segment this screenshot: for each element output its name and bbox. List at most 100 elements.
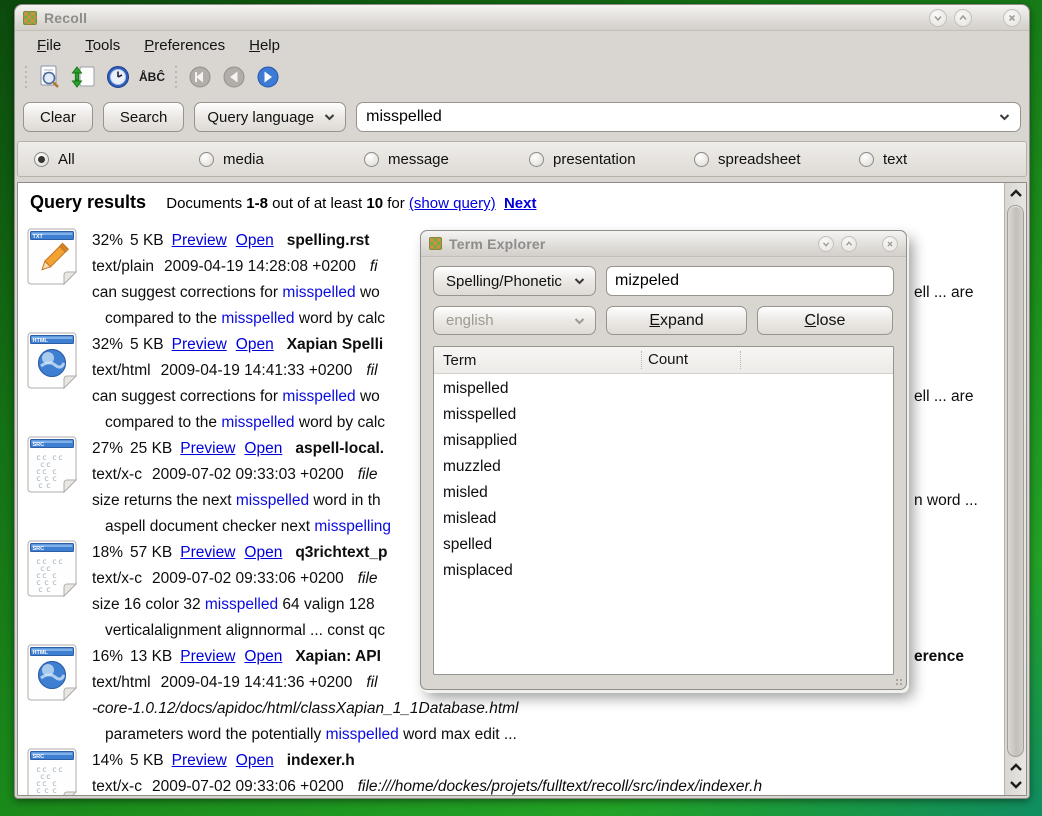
dialog-unshade-button[interactable]: [841, 236, 857, 252]
radio-icon[interactable]: [694, 152, 709, 167]
term-explorer-abc-icon[interactable]: ÅBĈ: [138, 63, 166, 91]
chevron-down-icon: [574, 317, 585, 325]
snippet-text: word in th: [309, 492, 381, 509]
dialog-titlebar[interactable]: Term Explorer: [421, 231, 906, 257]
term-row[interactable]: spelled: [434, 532, 893, 558]
filter-option-presentation[interactable]: presentation: [529, 151, 694, 168]
preview-document-icon[interactable]: [36, 63, 64, 91]
shade-button[interactable]: [929, 9, 947, 27]
snippet-text: can suggest corrections for: [92, 388, 282, 405]
menu-item-preferences[interactable]: Preferences: [134, 34, 235, 57]
open-link[interactable]: Open: [244, 648, 282, 665]
filter-option-spreadsheet[interactable]: spreadsheet: [694, 151, 859, 168]
overflow-text-fragment: erence: [914, 644, 964, 670]
highlighted-term: misspelling: [314, 518, 391, 535]
column-header-count[interactable]: Count: [641, 351, 741, 369]
preview-link[interactable]: Preview: [180, 648, 235, 665]
column-header-term[interactable]: Term: [434, 352, 641, 369]
result-row: HTML32%5 KBPreviewOpenXapian Spellitext/…: [26, 332, 385, 436]
open-link[interactable]: Open: [236, 752, 274, 769]
filter-label: All: [58, 151, 75, 168]
close-button[interactable]: [1003, 9, 1021, 27]
unshade-button[interactable]: [954, 9, 972, 27]
toolbar-handle[interactable]: [22, 65, 30, 89]
chevron-down-icon: [574, 277, 585, 285]
radio-icon[interactable]: [859, 152, 874, 167]
filter-option-media[interactable]: media: [199, 151, 364, 168]
next-page-icon[interactable]: [254, 63, 282, 91]
search-row: Clear Search Query language: [15, 95, 1029, 139]
scroll-up-button[interactable]: [1005, 184, 1027, 202]
history-icon[interactable]: [104, 63, 132, 91]
svg-text:c: c: [58, 453, 63, 462]
result-row: SRCcccccccccccccc27%25 KBPreviewOpenaspe…: [26, 436, 391, 540]
first-page-icon[interactable]: [186, 63, 214, 91]
result-row: SRCcccccccccccccc18%57 KBPreviewOpenq3ri…: [26, 540, 388, 644]
expand-button[interactable]: Expand: [606, 306, 747, 335]
open-link[interactable]: Open: [244, 440, 282, 457]
radio-icon[interactable]: [34, 152, 49, 167]
clear-button[interactable]: Clear: [23, 102, 93, 132]
svg-text:c: c: [52, 474, 57, 483]
search-query-combobox[interactable]: [356, 102, 1021, 132]
html-file-icon[interactable]: HTML: [26, 332, 78, 390]
svg-text:c: c: [52, 557, 57, 566]
menu-item-tools[interactable]: Tools: [75, 34, 130, 57]
term-row[interactable]: mislead: [434, 506, 893, 532]
open-link[interactable]: Open: [236, 232, 274, 249]
menu-item-file[interactable]: File: [27, 34, 71, 57]
svg-text:TXT: TXT: [33, 234, 44, 240]
term-row[interactable]: mispelled: [434, 376, 893, 402]
src-file-icon[interactable]: SRCcccccccccccccc: [26, 540, 78, 598]
term-row[interactable]: misapplied: [434, 428, 893, 454]
dialog-close-action-button[interactable]: Close: [757, 306, 893, 335]
term-row[interactable]: muzzled: [434, 454, 893, 480]
result-meta-line: 14%5 KBPreviewOpenindexer.h: [92, 748, 762, 774]
query-language-select[interactable]: Query language: [194, 102, 346, 132]
result-snippet-line: parameters word the potentially misspell…: [92, 722, 519, 748]
svg-text:c: c: [52, 453, 57, 462]
language-select[interactable]: english: [433, 306, 596, 335]
term-row[interactable]: misspelled: [434, 402, 893, 428]
result-url: file:///home/dockes/projets/fulltext/rec…: [358, 778, 762, 795]
filter-option-message[interactable]: message: [364, 151, 529, 168]
radio-icon[interactable]: [529, 152, 544, 167]
filter-option-text[interactable]: text: [859, 151, 1024, 168]
update-index-icon[interactable]: [70, 63, 98, 91]
next-page-link[interactable]: Next: [504, 195, 537, 212]
term-row[interactable]: misplaced: [434, 558, 893, 584]
dialog-close-button[interactable]: [882, 236, 898, 252]
html-file-icon[interactable]: HTML: [26, 644, 78, 702]
txt-file-icon[interactable]: TXT: [26, 228, 78, 286]
scroll-down-button[interactable]: [1005, 775, 1027, 793]
open-link[interactable]: Open: [236, 336, 274, 353]
search-button[interactable]: Search: [103, 102, 185, 132]
search-input[interactable]: [359, 108, 999, 126]
resize-grip[interactable]: [895, 678, 903, 686]
overflow-text-fragment: n word ...: [914, 488, 978, 514]
dialog-shade-button[interactable]: [818, 236, 834, 252]
results-scrollbar[interactable]: [1004, 183, 1026, 795]
radio-icon[interactable]: [199, 152, 214, 167]
scroll-up-button-bottom[interactable]: [1005, 758, 1027, 776]
window-titlebar[interactable]: Recoll: [15, 5, 1029, 31]
menu-item-help[interactable]: Help: [239, 34, 290, 57]
result-url: file: [358, 466, 378, 483]
mime-type: text/plain: [92, 258, 154, 275]
preview-link[interactable]: Preview: [180, 544, 235, 561]
preview-link[interactable]: Preview: [172, 752, 227, 769]
expansion-mode-select[interactable]: Spelling/Phonetic: [433, 266, 596, 296]
src-file-icon[interactable]: SRCcccccccccccccc: [26, 748, 78, 796]
radio-icon[interactable]: [364, 152, 379, 167]
previous-page-icon[interactable]: [220, 63, 248, 91]
preview-link[interactable]: Preview: [172, 232, 227, 249]
preview-link[interactable]: Preview: [172, 336, 227, 353]
src-file-icon[interactable]: SRCcccccccccccccc: [26, 436, 78, 494]
open-link[interactable]: Open: [244, 544, 282, 561]
term-row[interactable]: misled: [434, 480, 893, 506]
term-input[interactable]: [606, 266, 894, 296]
filter-option-all[interactable]: All: [34, 151, 199, 168]
scrollbar-thumb[interactable]: [1007, 205, 1024, 757]
show-query-link[interactable]: (show query): [409, 195, 496, 212]
preview-link[interactable]: Preview: [180, 440, 235, 457]
